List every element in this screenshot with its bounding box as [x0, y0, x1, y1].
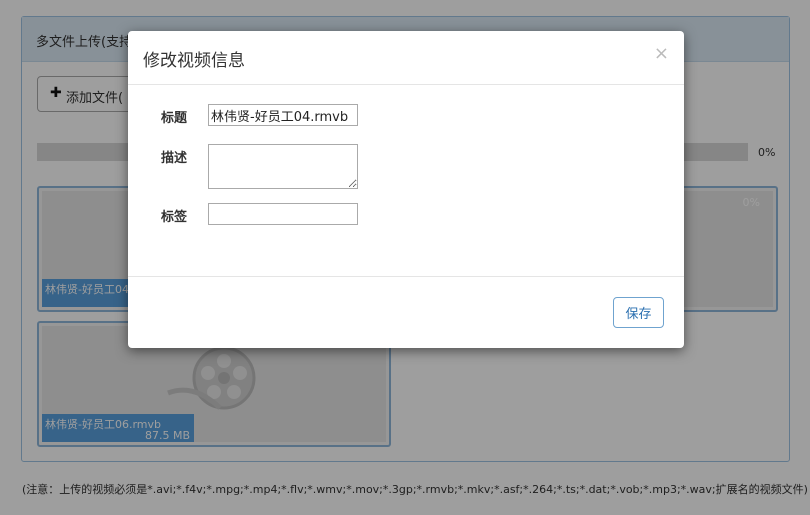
description-label: 描述	[161, 151, 188, 166]
description-textarea[interactable]	[208, 144, 358, 189]
divider	[128, 84, 684, 85]
title-label: 标题	[161, 111, 188, 126]
edit-video-dialog: 修改视频信息 × 标题 描述 标签 保存	[128, 31, 684, 348]
tags-label: 标签	[161, 210, 188, 225]
close-icon[interactable]: ×	[654, 43, 669, 64]
title-input[interactable]	[208, 104, 358, 126]
save-button[interactable]: 保存	[613, 297, 664, 328]
tags-input[interactable]	[208, 203, 358, 225]
dialog-title: 修改视频信息	[143, 51, 245, 71]
divider	[128, 276, 684, 277]
